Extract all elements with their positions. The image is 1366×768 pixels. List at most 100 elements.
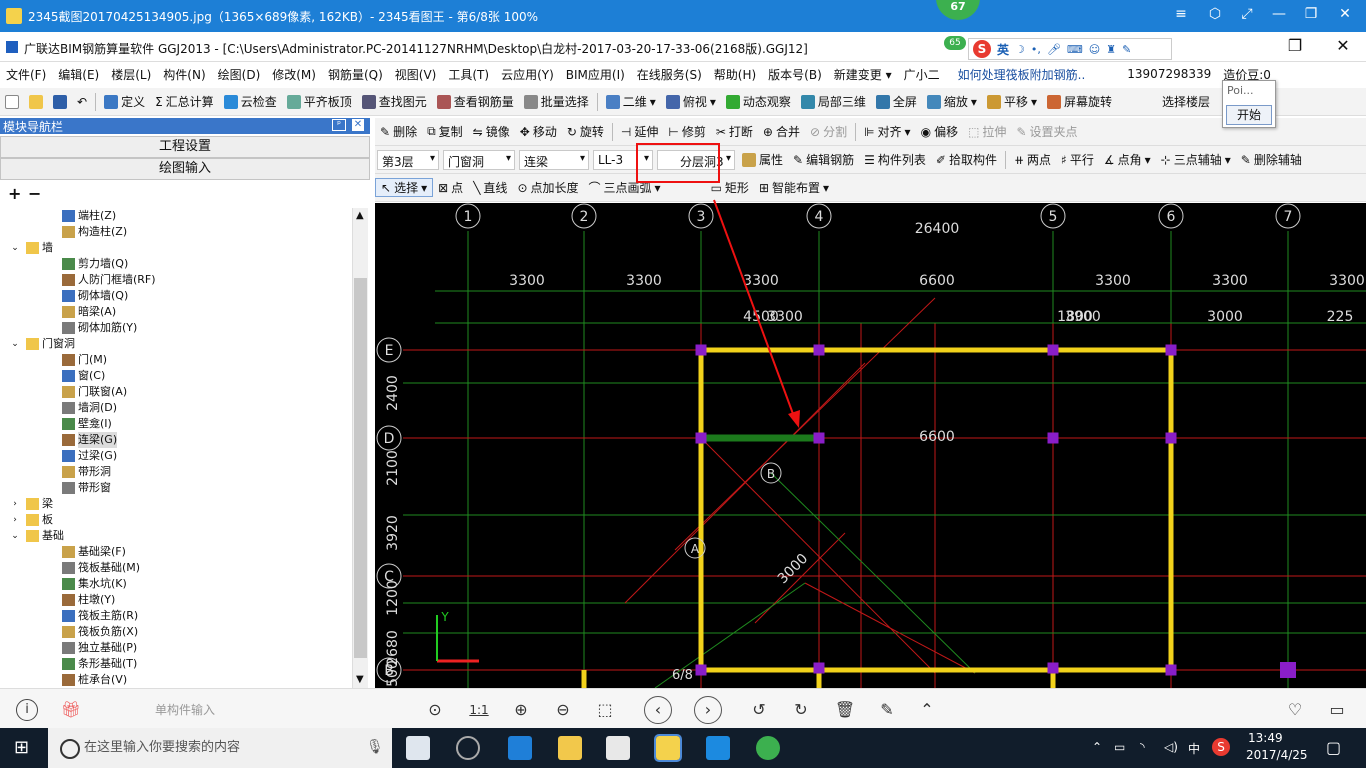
tree-item[interactable]: 集水坑(K) — [0, 576, 352, 592]
tree-item[interactable]: ⌄ 门窗洞 — [0, 336, 352, 352]
collapse-toggle-icon[interactable]: ⌄ — [10, 240, 20, 256]
scroll-down-icon[interactable]: ▼ — [356, 674, 364, 685]
nav-close-icon[interactable]: ✕ — [352, 119, 364, 131]
tree-item[interactable]: 基础梁(F) — [0, 544, 352, 560]
top-view-button[interactable]: 俯视 ▾ — [661, 93, 721, 110]
menu-tools[interactable]: 工具(T) — [442, 66, 495, 83]
security-task-icon[interactable] — [756, 736, 780, 760]
tree-item[interactable]: 连梁(G) — [0, 432, 352, 448]
tree-item[interactable]: 筏板基础(M) — [0, 560, 352, 576]
tree-item[interactable]: 人防门框墙(RF) — [0, 272, 352, 288]
menu-edit[interactable]: 编辑(E) — [52, 66, 105, 83]
tree-item[interactable]: 筏板负筋(X) — [0, 624, 352, 640]
wifi-icon[interactable]: ◝ — [1140, 740, 1145, 754]
member-list-button[interactable]: ☰ 构件列表 — [859, 151, 931, 168]
tree-item[interactable]: › 板 — [0, 512, 352, 528]
cad-drawing[interactable]: 1 2 3 4 5 6 7EDCBABY264003300 3300 3300 6600 3300 3… — [375, 203, 1366, 688]
parallel-button[interactable]: ♯ 平行 — [1056, 151, 1099, 168]
next-button[interactable]: › — [694, 696, 722, 724]
pan-button[interactable]: 平移 ▾ — [982, 93, 1042, 110]
tree-item[interactable]: 独立基础(P) — [0, 640, 352, 656]
tree-item[interactable]: 柱墩(Y) — [0, 592, 352, 608]
new-icon[interactable] — [0, 94, 24, 109]
store-icon[interactable] — [606, 736, 630, 760]
orbit-button[interactable]: 动态观察 — [721, 93, 796, 110]
project-settings-button[interactable]: 工程设置 — [0, 136, 370, 158]
collapse-toggle-icon[interactable]: ⌄ — [10, 528, 20, 544]
close-button[interactable]: ✕ — [1330, 6, 1360, 26]
menu-modify[interactable]: 修改(M) — [266, 66, 322, 83]
sogou-tray-icon[interactable]: S — [1212, 738, 1230, 756]
mirror-button[interactable]: ⇋ 镜像 — [468, 123, 515, 140]
expand-toggle-icon[interactable]: › — [10, 496, 20, 512]
tree-item[interactable]: 门(M) — [0, 352, 352, 368]
align-slab-button[interactable]: 平齐板顶 — [282, 93, 357, 110]
rotate-screen-button[interactable]: 屏幕旋转 — [1042, 93, 1117, 110]
mouse-icon[interactable]: ⊙ — [424, 699, 446, 721]
menu-view[interactable]: 视图(V) — [389, 66, 443, 83]
open-icon[interactable] — [24, 94, 48, 109]
tree-item[interactable]: 窗(C) — [0, 368, 352, 384]
skin-icon[interactable]: ⬡ — [1200, 6, 1230, 26]
tree-item[interactable]: 墙洞(D) — [0, 400, 352, 416]
undo-icon[interactable]: ↶ — [72, 95, 92, 109]
tree-item[interactable]: 暗梁(A) — [0, 304, 352, 320]
punct-icon[interactable]: •, — [1031, 43, 1041, 56]
task-view-icon[interactable] — [406, 736, 430, 760]
view-rebar-button[interactable]: 查看钢筋量 — [432, 93, 519, 110]
tree-item[interactable]: 桩承台(V) — [0, 672, 352, 688]
scroll-up-icon[interactable]: ▲ — [356, 210, 364, 221]
tree-item[interactable]: 砌体墙(Q) — [0, 288, 352, 304]
delete-button[interactable]: ✎ 删除 — [375, 123, 422, 140]
app-close-button[interactable]: ✕ — [1328, 36, 1358, 56]
network-icon[interactable]: ▭ — [1114, 740, 1125, 754]
drawing-input-button[interactable]: 绘图输入 — [0, 158, 370, 180]
account-label[interactable]: 13907298339 — [1121, 67, 1217, 81]
batch-select-button[interactable]: 批量选择 — [519, 93, 594, 110]
pick-member-button[interactable]: ✐ 拾取构件 — [931, 151, 1002, 168]
point-length-button[interactable]: ⊙ 点加长度 — [512, 179, 583, 196]
shirt-icon[interactable]: ♜ — [1106, 43, 1116, 56]
three-point-axis-button[interactable]: ⊹ 三点辅轴 ▾ — [1156, 151, 1236, 168]
menu-online[interactable]: 在线服务(S) — [631, 66, 708, 83]
favorite-icon[interactable]: ♡ — [1284, 699, 1306, 721]
user-icon[interactable]: ☺ — [1089, 43, 1100, 56]
ime-toolbar[interactable]: S 英 ☽ •, 🎤︎ ⌨ ☺ ♜ ✎ — [968, 38, 1172, 60]
stretch-button[interactable]: ⬚ 拉伸 — [963, 123, 1011, 140]
rotate-right-icon[interactable]: ↻ — [790, 699, 812, 721]
minimize-button[interactable]: — — [1264, 6, 1294, 26]
select-button[interactable]: ↖ 选择 ▾ — [375, 178, 434, 197]
extend-button[interactable]: ⊣ 延伸 — [616, 123, 663, 140]
point-angle-button[interactable]: ∡ 点角 ▾ — [1099, 151, 1156, 168]
menu-icon[interactable]: ≡ — [1166, 6, 1196, 26]
fit-icon[interactable]: ⬚ — [594, 699, 616, 721]
rotate-button[interactable]: ↻ 旋转 — [562, 123, 609, 140]
edit-rebar-button[interactable]: ✎ 编辑钢筋 — [788, 151, 859, 168]
member-select[interactable]: LL-3 — [593, 149, 653, 170]
collapse-icon[interactable]: ⌃ — [916, 699, 938, 721]
rectangle-button[interactable]: ▭ 矩形 — [706, 179, 754, 196]
menu-rebar[interactable]: 钢筋量(Q) — [322, 66, 389, 83]
align-button[interactable]: ⊫ 对齐 ▾ — [859, 123, 916, 140]
category-select[interactable]: 门窗洞 — [443, 149, 515, 170]
tree-item[interactable]: 带形窗 — [0, 480, 352, 496]
line-button[interactable]: ╲ 直线 — [468, 179, 512, 196]
wrench-icon[interactable]: ✎ — [1122, 43, 1131, 56]
define-button[interactable]: 定义 — [99, 93, 150, 110]
tree-item[interactable]: 壁龛(I) — [0, 416, 352, 432]
menu-bim[interactable]: BIM应用(I) — [560, 66, 631, 83]
menu-draw[interactable]: 绘图(D) — [212, 66, 267, 83]
menu-help[interactable]: 帮助(H) — [708, 66, 762, 83]
break-button[interactable]: ✂ 打断 — [711, 123, 758, 140]
mic-icon[interactable]: 🎤︎ — [1047, 43, 1061, 56]
folder-icon[interactable]: ▭ — [1326, 699, 1348, 721]
gift-icon[interactable]: 🎁︎ — [60, 699, 82, 721]
ime-mode[interactable]: 英 — [997, 41, 1009, 58]
expand-toggle-icon[interactable]: › — [10, 512, 20, 528]
tree-item[interactable]: ⌄ 基础 — [0, 528, 352, 544]
prev-button[interactable]: ‹ — [644, 696, 672, 724]
app-restore-button[interactable]: ❐ — [1280, 36, 1310, 56]
copy-button[interactable]: ⧉ 复制 — [422, 123, 468, 140]
tree-item[interactable]: 门联窗(A) — [0, 384, 352, 400]
tree-item[interactable]: 筏板主筋(R) — [0, 608, 352, 624]
